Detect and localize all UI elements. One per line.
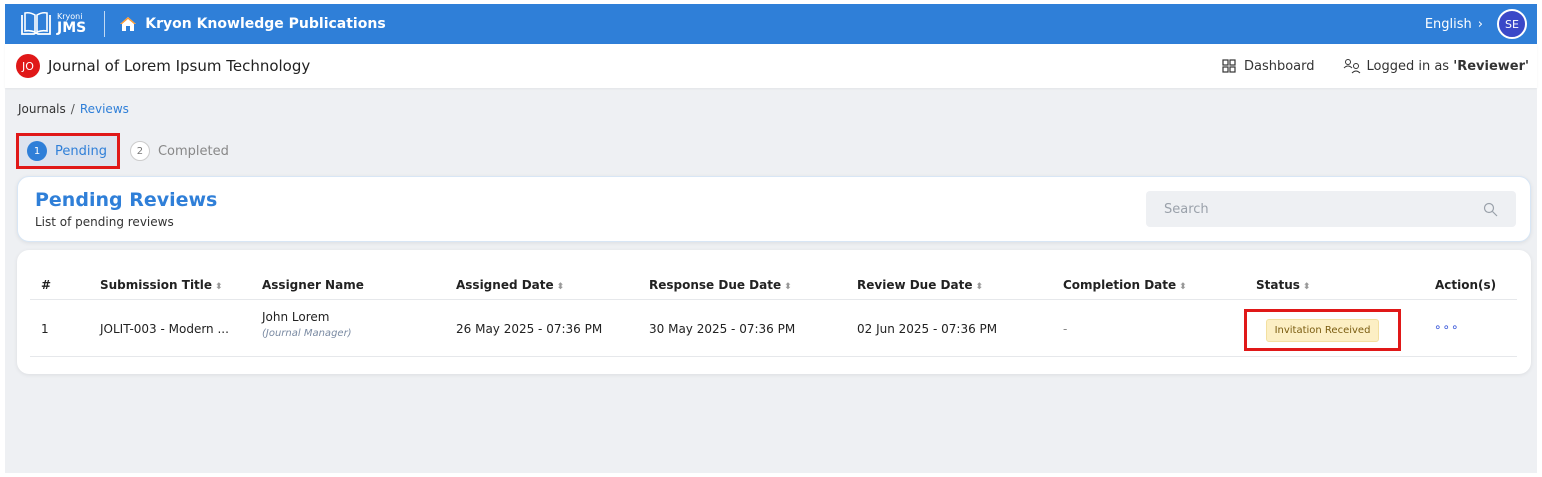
logo-big-text: JMS [57, 20, 87, 36]
cell-number: 1 [41, 322, 49, 336]
review-tabs: 1 Pending 2 Completed [16, 132, 229, 170]
column-header-actions: Action(s) [1435, 278, 1497, 292]
topbar-divider [104, 11, 106, 37]
cell-assigner-role: (Journal Manager) [262, 328, 352, 339]
tab-completed[interactable]: 2 Completed [129, 141, 229, 161]
dashboard-link[interactable]: Dashboard [1244, 59, 1315, 74]
user-avatar[interactable]: SE [1497, 9, 1527, 39]
header-divider [30, 299, 1517, 300]
cell-response-due-date: 30 May 2025 - 07:36 PM [649, 322, 796, 336]
column-header-submission-title[interactable]: Submission Title ⬍ [100, 278, 223, 292]
more-actions-button[interactable]: ∘∘∘ [1434, 320, 1460, 334]
breadcrumb-journals[interactable]: Journals [18, 102, 66, 116]
tab-completed-number: 2 [129, 141, 150, 161]
tab-pending-number: 1 [27, 141, 47, 161]
app-frame: Kryoni JMS Kryon Knowledge Publications … [5, 4, 1537, 473]
page-subtitle: List of pending reviews [35, 215, 174, 229]
column-header-review-due-date[interactable]: Review Due Date ⬍ [857, 278, 983, 292]
sort-icon: ⬍ [215, 282, 223, 292]
pending-reviews-header-card: Pending Reviews List of pending reviews [17, 176, 1531, 242]
column-header-label: Assigned Date [456, 278, 554, 292]
status-highlight: Invitation Received [1244, 309, 1401, 351]
logged-in-status: Logged in as 'Reviewer' [1367, 59, 1530, 74]
language-selector[interactable]: English › [1425, 17, 1483, 32]
row-divider [30, 356, 1517, 357]
logged-in-role: 'Reviewer' [1453, 58, 1529, 74]
status-badge: Invitation Received [1265, 318, 1380, 342]
journal-bar: JO Journal of Lorem Ipsum Technology Das… [5, 44, 1537, 88]
column-header-status[interactable]: Status ⬍ [1256, 278, 1310, 292]
column-header-label: Status [1256, 278, 1300, 292]
home-icon[interactable] [119, 16, 137, 32]
publisher-name[interactable]: Kryon Knowledge Publications [145, 16, 385, 32]
sort-icon: ⬍ [975, 282, 984, 292]
column-header-assigner-name: Assigner Name [262, 278, 364, 292]
tab-pending[interactable]: 1 Pending [16, 133, 120, 169]
book-logo-icon [21, 11, 51, 35]
cell-submission-title[interactable]: JOLIT-003 - Modern ... [100, 322, 229, 336]
sort-icon: ⬍ [556, 282, 565, 292]
column-header-label: Completion Date [1063, 278, 1177, 292]
column-header-response-due-date[interactable]: Response Due Date ⬍ [649, 278, 792, 292]
tab-completed-label: Completed [157, 143, 229, 159]
top-bar: Kryoni JMS Kryon Knowledge Publications … [5, 4, 1537, 44]
column-header-label: Review Due Date [857, 278, 973, 292]
cell-assigner-name: John Lorem [262, 310, 330, 324]
column-header-label: Response Due Date [649, 278, 782, 292]
user-switch-icon [1343, 59, 1360, 74]
search-input[interactable] [1146, 201, 1466, 217]
language-label: English [1424, 16, 1472, 32]
logged-in-prefix: Logged in as [1366, 58, 1454, 74]
breadcrumb: Journals / Reviews [18, 102, 129, 116]
column-header-assigned-date[interactable]: Assigned Date ⬍ [456, 278, 564, 292]
column-header-number: # [41, 278, 52, 292]
reviews-table: # Submission Title ⬍ Assigner Name Assign… [17, 250, 1531, 374]
journal-title[interactable]: Journal of Lorem Ipsum Technology [48, 57, 310, 75]
page-title: Pending Reviews [35, 189, 218, 211]
cell-review-due-date: 02 Jun 2025 - 07:36 PM [857, 322, 998, 336]
sort-icon: ⬍ [1179, 282, 1187, 292]
sort-icon: ⬍ [1302, 282, 1311, 292]
search-icon[interactable] [1483, 202, 1498, 217]
dashboard-grid-icon [1222, 59, 1236, 73]
sort-icon: ⬍ [784, 282, 792, 292]
journal-badge: JO [16, 54, 40, 78]
chevron-right-icon: › [1477, 16, 1483, 32]
column-header-completion-date[interactable]: Completion Date ⬍ [1063, 278, 1187, 292]
column-header-label: Submission Title [100, 278, 213, 292]
tab-pending-label: Pending [55, 143, 107, 159]
cell-completion-date: - [1063, 322, 1068, 336]
breadcrumb-reviews[interactable]: Reviews [80, 102, 129, 116]
cell-assigned-date: 26 May 2025 - 07:36 PM [456, 322, 603, 336]
breadcrumb-separator: / [70, 102, 75, 116]
search-box [1146, 191, 1516, 227]
app-logo[interactable]: Kryoni JMS [19, 11, 86, 37]
